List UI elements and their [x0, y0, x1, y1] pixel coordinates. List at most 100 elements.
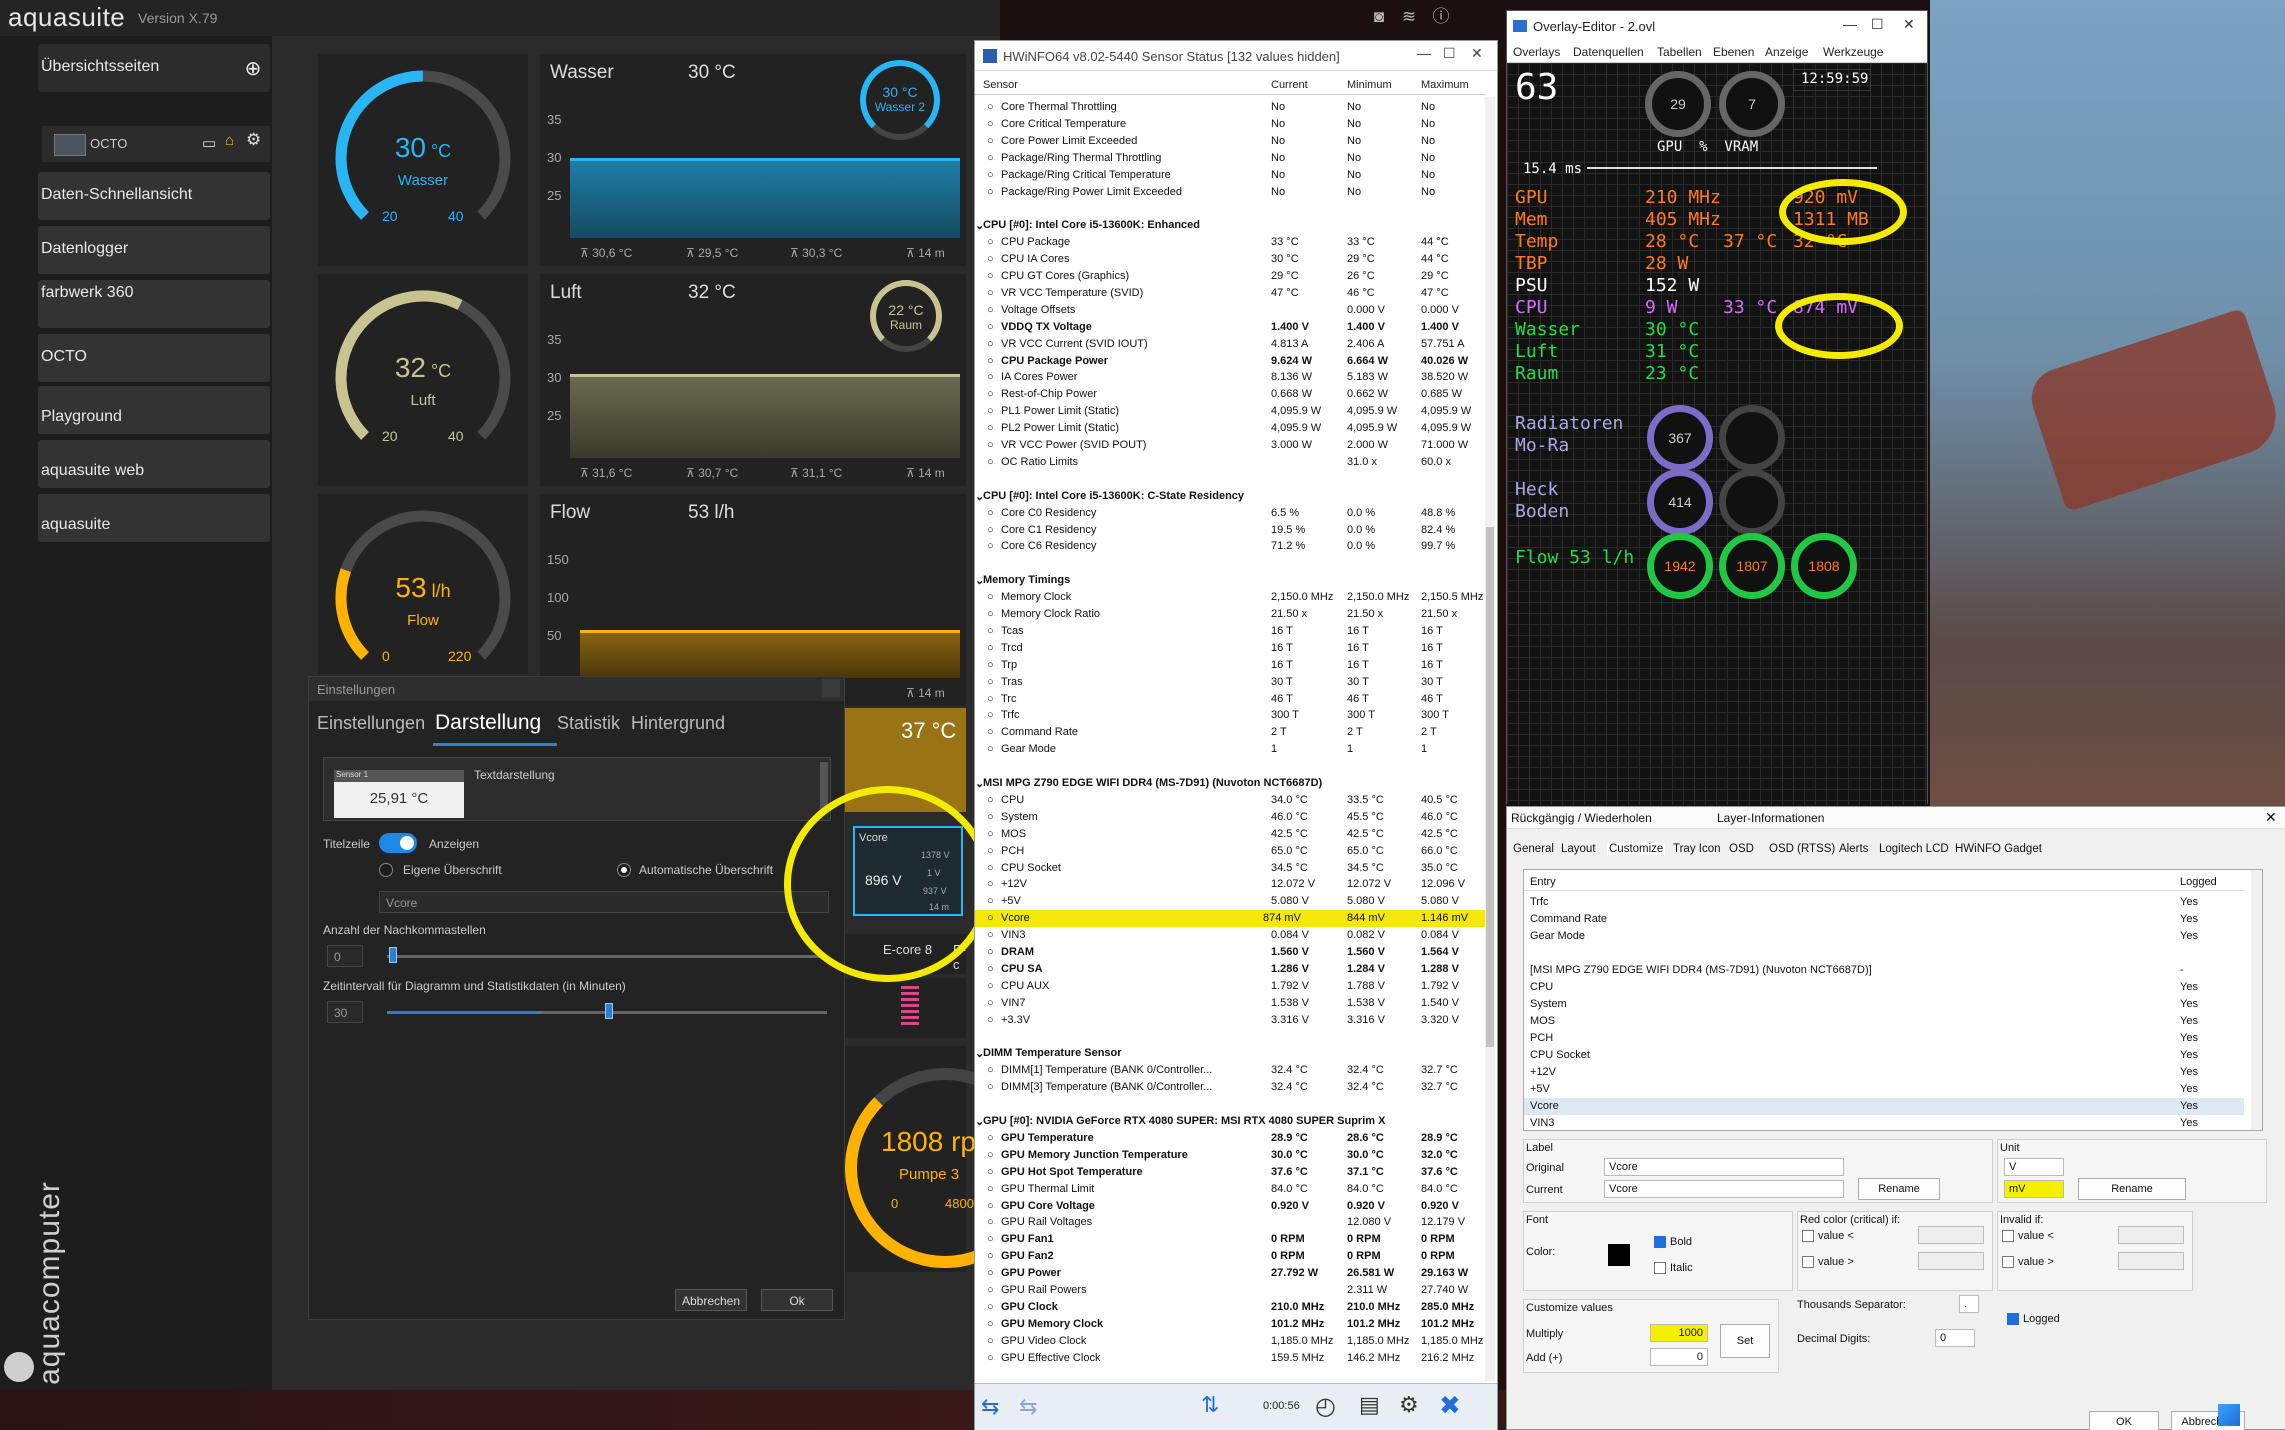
sensor-row[interactable]: ○ CPU IA Cores 30 °C 29 °C 44 °C	[975, 251, 1485, 268]
sensor-row[interactable]	[975, 1029, 1485, 1046]
bold-checkbox[interactable]	[1654, 1236, 1666, 1248]
sensor-row[interactable]: ○ Command Rate 2 T 2 T 2 T	[975, 724, 1485, 741]
clock-icon[interactable]: ◴	[1315, 1392, 1336, 1421]
italic-checkbox[interactable]	[1654, 1262, 1666, 1274]
sensor-row[interactable]: ○ CPU AUX 1.792 V 1.788 V 1.792 V	[975, 978, 1485, 995]
entry-row[interactable]: CPU Yes	[1524, 979, 2244, 996]
sensor-row[interactable]: ○ GPU Video Clock 1,185.0 MHz 1,185.0 MHz 1,…	[975, 1333, 1485, 1350]
minimize-icon[interactable]: —	[1417, 45, 1431, 61]
col-maximum[interactable]: Maximum	[1421, 79, 1469, 91]
overlay-label-cell[interactable]: Wasser	[1515, 319, 1580, 340]
sensor-row[interactable]: ⌄ DIMM Temperature Sensor	[975, 1045, 1485, 1062]
sensor-row[interactable]: ○ Package/Ring Critical Temperature No No No	[975, 167, 1485, 184]
overlay-v1-cell[interactable]: 152 W	[1645, 275, 1699, 296]
sensor-row[interactable]: ○ MOS 42.5 °C 42.5 °C 42.5 °C	[975, 826, 1485, 843]
overlay-v2-cell[interactable]: 37 °C	[1723, 231, 1777, 252]
sensor-row[interactable]: ○ DIMM[1] Temperature (BANK 0/Controller.…	[975, 1062, 1485, 1079]
sidebar-overview[interactable]: Übersichtsseiten	[38, 44, 270, 92]
layer-info-menu[interactable]: Layer-Informationen	[1717, 811, 1824, 825]
overlay-v1-cell[interactable]: 210 MHz	[1645, 187, 1721, 208]
sensor-row[interactable]: ○ Core C1 Residency 19.5 % 0.0 % 82.4 %	[975, 522, 1485, 539]
entry-row[interactable]: +5V Yes	[1524, 1081, 2244, 1098]
sensor-row[interactable]: ○ Package/Ring Power Limit Exceeded No No No	[975, 184, 1485, 201]
sensor-row[interactable]: ○ Tras 30 T 30 T 30 T	[975, 674, 1485, 691]
close-icon[interactable]: ✕	[2265, 809, 2277, 826]
rename-label-button[interactable]: Rename	[1858, 1178, 1940, 1200]
sensor-row[interactable]: ○ GPU Memory Clock 101.2 MHz 101.2 MHz 101.2…	[975, 1316, 1485, 1333]
sensor-row[interactable]: ○ Core Critical Temperature No No No	[975, 116, 1485, 133]
close-icon[interactable]: ✕	[1471, 45, 1483, 62]
sidebar-item-quickview[interactable]: Daten-Schnellansicht	[38, 172, 270, 220]
sensor-row[interactable]: ○ Core Power Limit Exceeded No No No	[975, 133, 1485, 150]
font-color-swatch[interactable]	[1608, 1244, 1630, 1266]
ok-button[interactable]: Ok	[761, 1289, 833, 1311]
sensor-row[interactable]: ⌄ CPU [#0]: Intel Core i5-13600K: Enhance…	[975, 217, 1485, 234]
sidebar-item-datalogger[interactable]: Datenlogger	[38, 226, 270, 274]
overlay-label-cell[interactable]: Mem	[1515, 209, 1548, 230]
sensor-row[interactable]: ○ CPU Package 33 °C 33 °C 44 °C	[975, 234, 1485, 251]
set-button[interactable]: Set	[1720, 1324, 1770, 1358]
sensor-row[interactable]: ⌄ CPU [#0]: Intel Core i5-13600K: C-State…	[975, 488, 1485, 505]
decimal-digits-select[interactable]: 0	[1935, 1329, 1975, 1347]
overlay-v1-cell[interactable]: 28 W	[1645, 253, 1688, 274]
sensor-row[interactable]: ⌄ MSI MPG Z790 EDGE WIFI DDR4 (MS-7D91) (…	[975, 775, 1485, 792]
sensor-row[interactable]: ○ GPU Fan2 0 RPM 0 RPM 0 RPM	[975, 1248, 1485, 1265]
sensor-scrollbar[interactable]	[1485, 97, 1495, 1381]
thousands-field[interactable]: .	[1959, 1295, 1979, 1313]
sensor-row[interactable]: ○ Memory Clock Ratio 21.50 x 21.50 x 21.50 x	[975, 606, 1485, 623]
search-icon[interactable]: ⌕	[2262, 1404, 2272, 1425]
tab-appearance[interactable]: Darstellung	[435, 711, 541, 735]
multiply-field[interactable]: 1000	[1650, 1324, 1708, 1342]
red-gt-field[interactable]	[1918, 1252, 1984, 1270]
overlay-v1-cell[interactable]: 30 °C	[1645, 319, 1699, 340]
sidebar-item-playground[interactable]: Playground	[38, 386, 270, 434]
sensor-row[interactable]: ○ PL1 Power Limit (Static) 4,095.9 W 4,095.…	[975, 403, 1485, 420]
entry-row[interactable]: Trfc Yes	[1524, 894, 2244, 911]
sidebar-item-aquasuite[interactable]: aquasuite	[38, 494, 270, 542]
decimals-slider-thumb[interactable]	[389, 947, 397, 963]
menu-datasources[interactable]: Datenquellen	[1573, 45, 1644, 59]
sensor-row[interactable]: ○ GPU Effective Clock 159.5 MHz 146.2 MHz 21…	[975, 1350, 1485, 1367]
sensor-row[interactable]: ○ DIMM[3] Temperature (BANK 0/Controller.…	[975, 1079, 1485, 1096]
lock-icon[interactable]: ⌂	[225, 132, 234, 149]
sensor-row[interactable]: ○ Trcd 16 T 16 T 16 T	[975, 640, 1485, 657]
sensor-row[interactable]: ○ Gear Mode 1 1 1	[975, 741, 1485, 758]
entry-scrollbar[interactable]	[2251, 870, 2262, 1130]
menu-tables[interactable]: Tabellen	[1657, 45, 1702, 59]
sensor-row[interactable]: ○ VIN7 1.538 V 1.538 V 1.540 V	[975, 995, 1485, 1012]
invalid-gt-field[interactable]	[2118, 1252, 2184, 1270]
sidebar-item-web[interactable]: aquasuite web	[38, 440, 270, 488]
sensor-row[interactable]: ○ Trc 46 T 46 T 46 T	[975, 691, 1485, 708]
ok-button[interactable]: OK	[2089, 1411, 2159, 1430]
entry-row[interactable]: Gear Mode Yes	[1524, 928, 2244, 945]
sensor-row[interactable]: ○ IA Cores Power 8.136 W 5.183 W 38.520 W	[975, 369, 1485, 386]
entry-row[interactable]: PCH Yes	[1524, 1030, 2244, 1047]
invalid-lt-checkbox[interactable]	[2002, 1230, 2014, 1242]
tab-settings[interactable]: Einstellungen	[317, 713, 425, 734]
maximize-icon[interactable]: ☐	[1443, 45, 1456, 62]
tab-background[interactable]: Hintergrund	[631, 713, 725, 734]
sensor-row[interactable]: ○ Voltage Offsets 0.000 V 0.000 V	[975, 302, 1485, 319]
sensor-row[interactable]: ○ GPU Temperature 28.9 °C 28.6 °C 28.9 °C	[975, 1130, 1485, 1147]
sensor-row[interactable]: ○ Core C6 Residency 71.2 % 0.0 % 99.7 %	[975, 538, 1485, 555]
tab-general[interactable]: General	[1513, 843, 1554, 855]
sensor-row[interactable]: ○ VDDQ TX Voltage 1.400 V 1.400 V 1.400 V	[975, 319, 1485, 336]
camera-icon[interactable]: ◙	[1368, 6, 1390, 28]
sensor-row[interactable]: ○ Package/Ring Thermal Throttling No No No	[975, 150, 1485, 167]
decimals-stepper[interactable]: 0	[327, 945, 363, 967]
overlay-label-cell[interactable]: Temp	[1515, 231, 1558, 252]
sensor-row[interactable]	[975, 471, 1485, 488]
sensor-row[interactable]: ○ VR VCC Power (SVID POUT) 3.000 W 2.000 W 7…	[975, 437, 1485, 454]
sensor-row[interactable]: ○ DRAM 1.560 V 1.560 V 1.564 V	[975, 944, 1485, 961]
add-icon[interactable]: ⊕	[242, 58, 264, 80]
sensor-row[interactable]: ○ CPU 34.0 °C 33.5 °C 40.5 °C	[975, 792, 1485, 809]
sensor-row[interactable]: ○ GPU Hot Spot Temperature 37.6 °C 37.1 °C 3…	[975, 1164, 1485, 1181]
monitor-icon[interactable]: ▭	[202, 134, 216, 152]
nav-arrows-icon-2[interactable]: ⇆	[1019, 1394, 1037, 1420]
sensor-row[interactable]: ○ Vcore 874 mV 844 mV 1.146 mV	[975, 910, 1485, 928]
overlay-v1-cell[interactable]: 405 MHz	[1645, 209, 1721, 230]
title-input[interactable]: Vcore	[379, 891, 829, 913]
tab-logitech-lcd[interactable]: Logitech LCD	[1879, 843, 1949, 855]
info-icon[interactable]: ⓘ	[1430, 6, 1452, 28]
tab-tray-icon[interactable]: Tray Icon	[1673, 843, 1721, 855]
